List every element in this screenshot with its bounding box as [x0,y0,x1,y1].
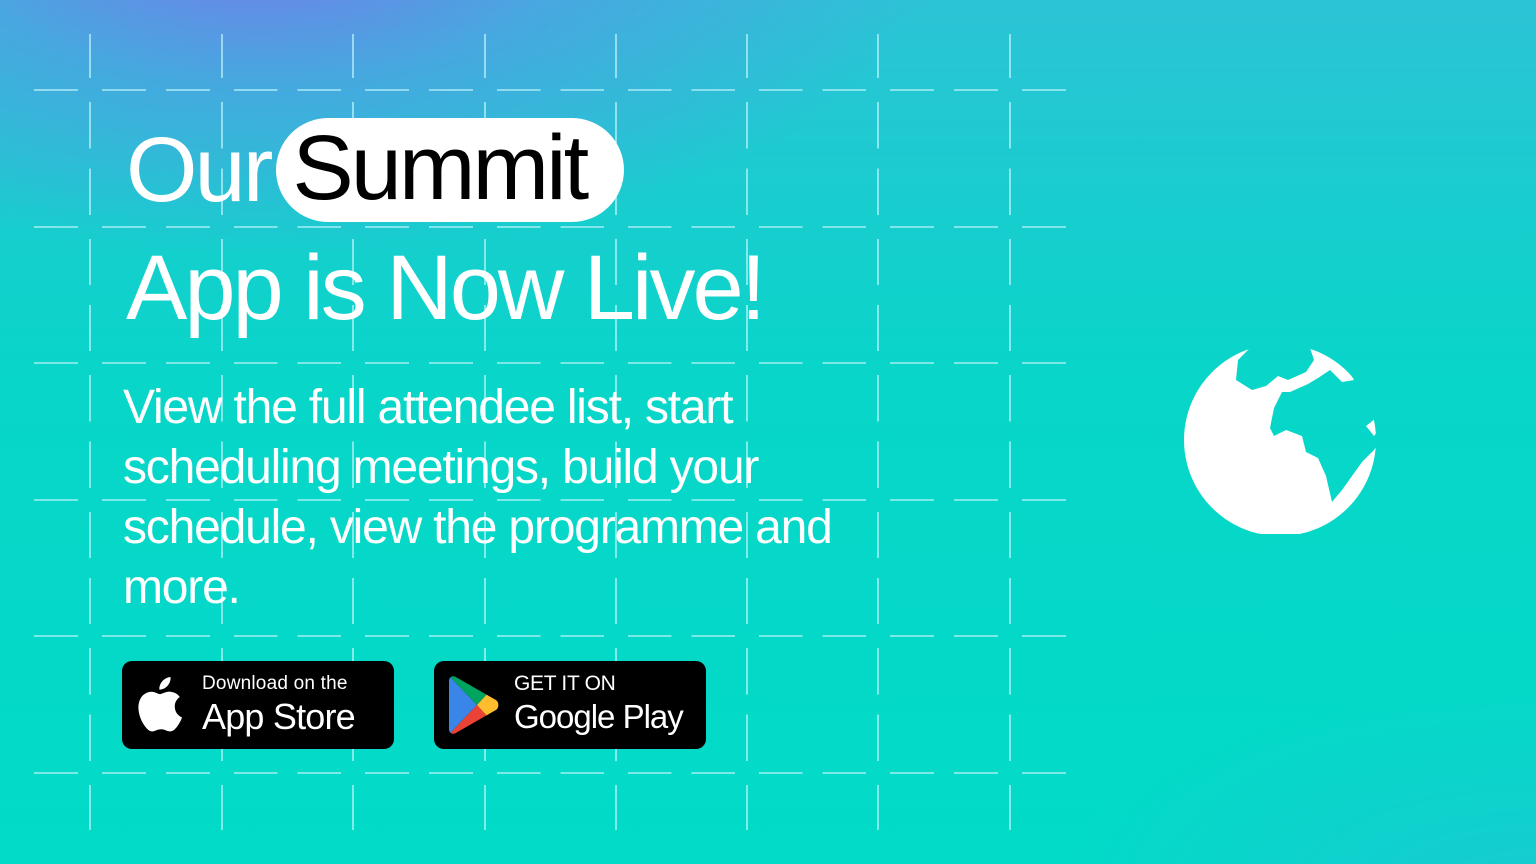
app-store-big-label: App Store [202,696,356,737]
headline-line-2: App is Now Live! [126,237,766,339]
headline-word-our: Our [126,119,273,221]
app-store-small-label: Download on the [202,673,348,694]
google-play-logo-icon [448,675,500,735]
apple-logo-icon [136,677,186,733]
globe-icon [1184,344,1376,534]
google-play-labels: GET IT ON Google Play [514,672,684,737]
app-launch-banner: Our Summit App is Now Live! View the ful… [0,0,1536,864]
headline-line-1: Our Summit [126,118,763,222]
headline-pill-summit: Summit [276,118,625,222]
headline: Our Summit App is Now Live! [126,118,766,340]
app-store-button[interactable]: Download on the App Store [122,661,394,749]
description-text: View the full attendee list, start sched… [123,381,833,614]
google-play-button[interactable]: GET IT ON Google Play [434,661,706,749]
google-play-big-label: Google Play [514,698,684,735]
google-play-small-label: GET IT ON [514,672,616,695]
app-store-labels: Download on the App Store [202,673,356,737]
